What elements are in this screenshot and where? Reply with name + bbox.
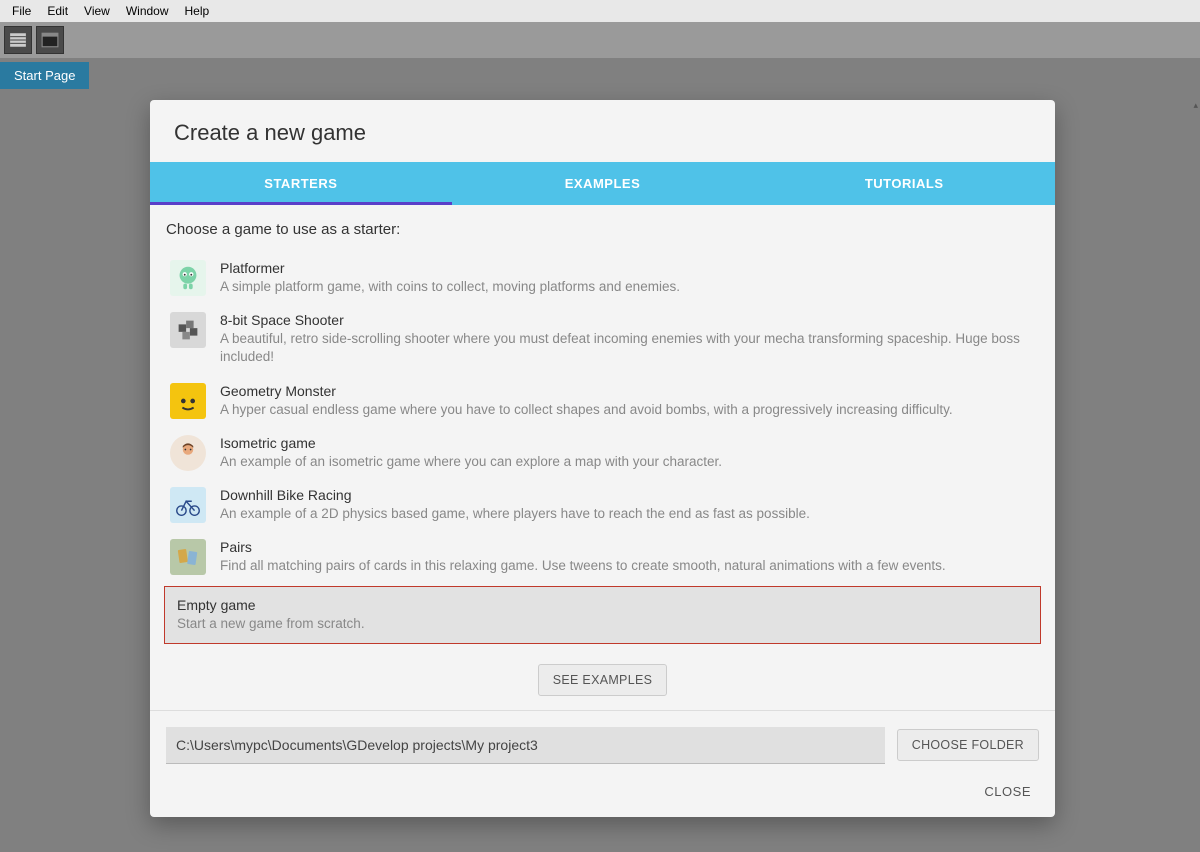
starter-item-title: 8-bit Space Shooter xyxy=(220,312,1035,328)
tab-tutorials[interactable]: TUTORIALS xyxy=(753,162,1055,205)
starter-item-title: Empty game xyxy=(177,597,1028,613)
project-path-input[interactable] xyxy=(166,727,885,764)
starter-item-desc: Start a new game from scratch. xyxy=(177,615,1028,633)
starter-empty-game[interactable]: Empty game Start a new game from scratch… xyxy=(164,586,1041,644)
dialog-footer: CLOSE xyxy=(150,772,1055,817)
starter-list: Platformer A simple platform game, with … xyxy=(166,252,1039,646)
scroll-up-icon[interactable]: ▴ xyxy=(1193,100,1198,111)
starter-item-desc: Find all matching pairs of cards in this… xyxy=(220,557,1035,575)
path-row: CHOOSE FOLDER xyxy=(150,711,1055,772)
close-button[interactable]: CLOSE xyxy=(984,784,1031,799)
starter-platformer[interactable]: Platformer A simple platform game, with … xyxy=(166,252,1039,304)
tab-start-page[interactable]: Start Page xyxy=(0,62,89,89)
starter-item-title: Downhill Bike Racing xyxy=(220,487,1035,503)
subtitle: Choose a game to use as a starter: xyxy=(166,221,1039,238)
starter-item-title: Geometry Monster xyxy=(220,383,1035,399)
tab-starters[interactable]: STARTERS xyxy=(150,162,452,205)
toolbar-icon-project[interactable] xyxy=(4,26,32,54)
dialog-tabs: STARTERS EXAMPLES TUTORIALS xyxy=(150,162,1055,205)
choose-folder-button[interactable]: CHOOSE FOLDER xyxy=(897,729,1039,761)
menubar: File Edit View Window Help xyxy=(0,0,1200,22)
starter-item-desc: An example of an isometric game where yo… xyxy=(220,453,1035,471)
starter-geometry[interactable]: Geometry Monster A hyper casual endless … xyxy=(166,375,1039,427)
pairs-icon xyxy=(170,539,206,575)
menu-file[interactable]: File xyxy=(4,2,39,20)
starter-item-title: Pairs xyxy=(220,539,1035,555)
bike-icon xyxy=(170,487,206,523)
starter-bike[interactable]: Downhill Bike Racing An example of a 2D … xyxy=(166,479,1039,531)
menu-help[interactable]: Help xyxy=(177,2,218,20)
starter-shooter[interactable]: 8-bit Space Shooter A beautiful, retro s… xyxy=(166,304,1039,374)
platformer-icon xyxy=(170,260,206,296)
starter-item-title: Isometric game xyxy=(220,435,1035,451)
menu-edit[interactable]: Edit xyxy=(39,2,76,20)
menu-view[interactable]: View xyxy=(76,2,118,20)
starter-item-desc: A beautiful, retro side-scrolling shoote… xyxy=(220,330,1035,366)
shooter-icon xyxy=(170,312,206,348)
isometric-icon xyxy=(170,435,206,471)
see-examples-row: SEE EXAMPLES xyxy=(150,654,1055,711)
starter-item-desc: A simple platform game, with coins to co… xyxy=(220,278,1035,296)
starter-item-title: Platformer xyxy=(220,260,1035,276)
starter-item-desc: An example of a 2D physics based game, w… xyxy=(220,505,1035,523)
geometry-icon xyxy=(170,383,206,419)
tab-examples[interactable]: EXAMPLES xyxy=(452,162,754,205)
toolbar-icon-window[interactable] xyxy=(36,26,64,54)
see-examples-button[interactable]: SEE EXAMPLES xyxy=(538,664,667,696)
dialog-body: Choose a game to use as a starter: Platf… xyxy=(150,205,1055,654)
starter-item-desc: A hyper casual endless game where you ha… xyxy=(220,401,1035,419)
starter-isometric[interactable]: Isometric game An example of an isometri… xyxy=(166,427,1039,479)
starter-pairs[interactable]: Pairs Find all matching pairs of cards i… xyxy=(166,531,1039,583)
dialog-title: Create a new game xyxy=(150,100,1055,162)
tab-row: Start Page xyxy=(0,58,1200,89)
toolbar xyxy=(0,22,1200,58)
create-game-dialog: Create a new game STARTERS EXAMPLES TUTO… xyxy=(150,100,1055,817)
menu-window[interactable]: Window xyxy=(118,2,177,20)
